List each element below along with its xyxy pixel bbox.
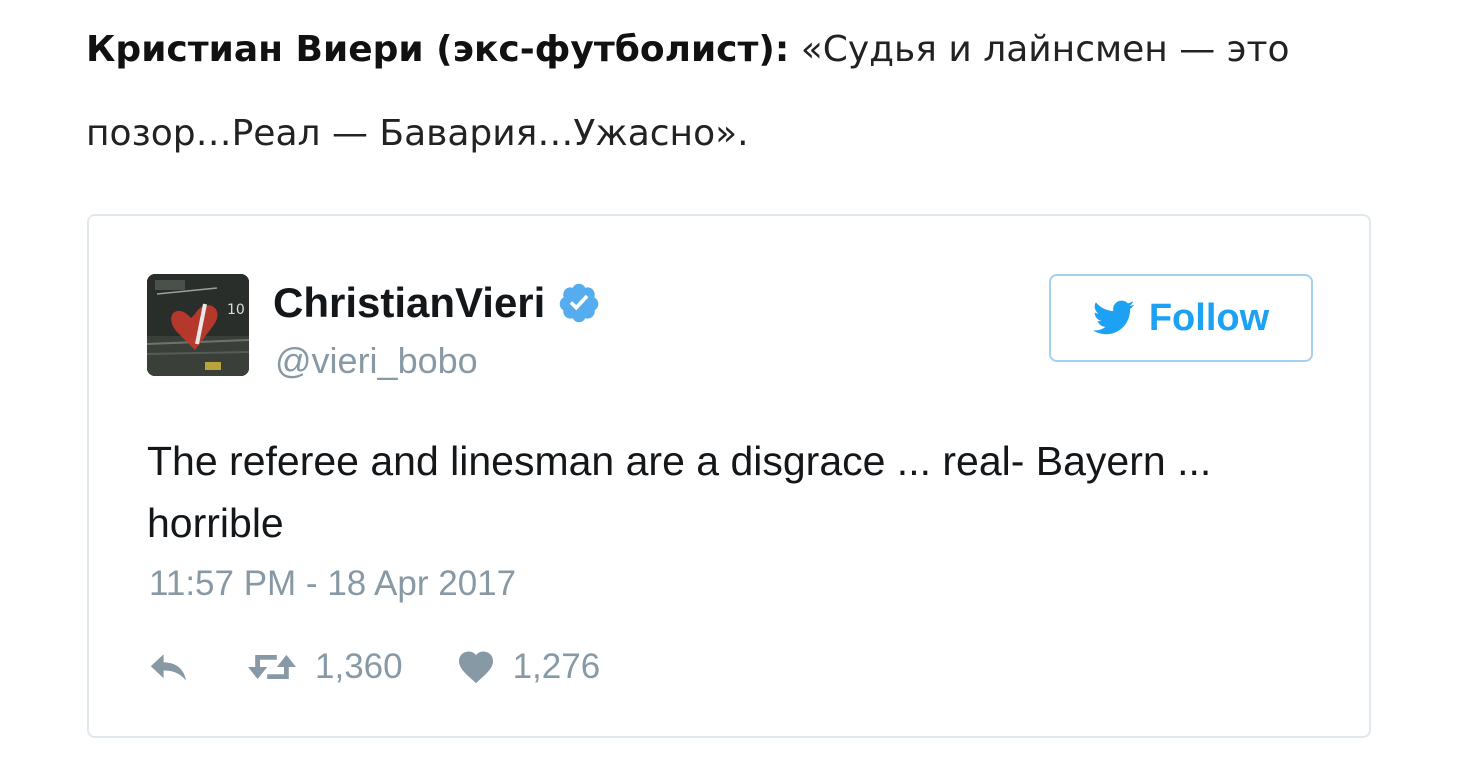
tweet-timestamp[interactable]: 11:57 PM - 18 Apr 2017 (149, 564, 516, 604)
embedded-tweet-card: 10 ChristianVieri @vieri_bobo Follow The… (87, 214, 1371, 738)
retweet-button[interactable]: 1,360 (247, 647, 403, 687)
svg-text:10: 10 (227, 302, 245, 318)
heart-icon (457, 650, 495, 684)
tweet-actions: 1,360 1,276 (149, 642, 600, 692)
retweet-icon (247, 651, 297, 683)
author-name-row: ChristianVieri (273, 278, 601, 328)
quote-author: Кристиан Виери (экс-футболист): (86, 29, 790, 70)
reply-icon (149, 651, 191, 683)
avatar-image: 10 (147, 274, 249, 376)
like-button[interactable]: 1,276 (457, 647, 601, 687)
follow-button[interactable]: Follow (1049, 274, 1313, 362)
reply-button[interactable] (149, 651, 191, 683)
tweet-text: The referee and linesman are a disgrace … (147, 438, 1212, 546)
author-handle[interactable]: @vieri_bobo (275, 340, 478, 382)
display-name[interactable]: ChristianVieri (273, 279, 545, 327)
twitter-bird-icon (1092, 300, 1135, 336)
avatar[interactable]: 10 (147, 274, 249, 376)
retweet-count: 1,360 (315, 647, 403, 686)
verified-badge-icon (557, 281, 601, 325)
like-count: 1,276 (512, 647, 601, 686)
follow-label: Follow (1148, 296, 1270, 339)
article-quote-paragraph: Кристиан Виери (экс-футболист): «Судья и… (86, 8, 1406, 176)
